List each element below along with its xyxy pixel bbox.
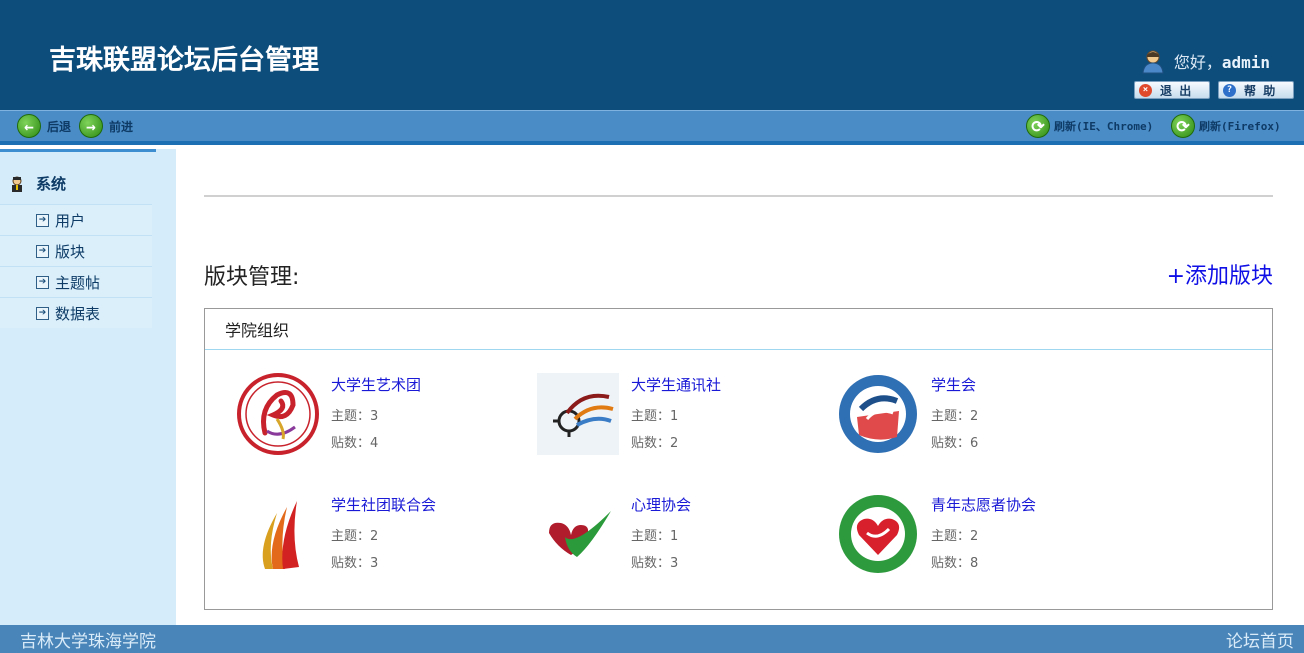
admin-icon xyxy=(12,176,22,192)
board-posts: 贴数：4 xyxy=(331,436,379,451)
footer-school-name: 吉林大学珠海学院 xyxy=(20,632,156,652)
sidebar-item-topics[interactable]: ➔ 主题帖 xyxy=(0,266,152,297)
forward-label: 前进 xyxy=(109,119,134,134)
arrow-right-icon: ➔ xyxy=(36,244,49,258)
sidebar-item-label: 主题帖 xyxy=(55,273,101,292)
sidebar-divider xyxy=(0,149,156,152)
board-topics: 主题：1 xyxy=(631,409,679,424)
user-icon xyxy=(1142,50,1164,74)
greeting: 您好，admin xyxy=(1174,49,1270,73)
help-label: 帮 助 xyxy=(1244,83,1276,98)
refresh-ff-label: 刷新(Firefox) xyxy=(1199,120,1281,133)
board-card: 学生会 主题：2 贴数：6 xyxy=(837,373,1117,459)
volunteer-association-logo[interactable] xyxy=(837,493,919,575)
sidebar-item-users[interactable]: ➔ 用户 xyxy=(0,204,152,235)
sidebar: 系统 ➔ 用户 ➔ 版块 ➔ 主题帖 ➔ 数据表 xyxy=(0,149,176,625)
logout-label: 退 出 xyxy=(1160,83,1192,98)
sidebar-item-datatables[interactable]: ➔ 数据表 xyxy=(0,297,152,328)
back-label: 后退 xyxy=(47,119,72,134)
forward-button[interactable]: → 前进 xyxy=(79,114,133,138)
board-name[interactable]: 心理协会 xyxy=(631,494,691,515)
club-federation-logo[interactable] xyxy=(237,493,319,575)
board-card: 心理协会 主题：1 贴数：3 xyxy=(537,493,817,579)
board-posts: 贴数：8 xyxy=(931,556,979,571)
sidebar-item-label: 数据表 xyxy=(55,304,101,323)
username: admin xyxy=(1221,53,1270,72)
sidebar-heading[interactable]: 系统 xyxy=(10,173,66,194)
footer: 吉林大学珠海学院 论坛首页 xyxy=(0,625,1304,653)
refresh-ie-label: 刷新(IE、Chrome) xyxy=(1054,120,1154,133)
board-posts: 贴数：6 xyxy=(931,436,979,451)
student-union-logo[interactable] xyxy=(837,373,919,455)
page-title: 版块管理: xyxy=(204,265,300,290)
site-title: 吉珠联盟论坛后台管理 xyxy=(49,45,319,76)
sidebar-item-boards[interactable]: ➔ 版块 xyxy=(0,235,152,266)
board-topics: 主题：1 xyxy=(631,529,679,544)
header: 吉珠联盟论坛后台管理 您好，admin × 退 出 ? 帮 助 xyxy=(0,0,1304,110)
board-card: 大学生通讯社 主题：1 贴数：2 xyxy=(537,373,817,459)
arrow-left-icon: ← xyxy=(17,114,41,138)
category-title: 学院组织 xyxy=(205,309,1272,350)
board-topics: 主题：2 xyxy=(931,409,979,424)
add-board-link[interactable]: +添加版块 xyxy=(1167,258,1273,290)
arrow-right-icon: ➔ xyxy=(36,275,49,289)
header-buttons: × 退 出 ? 帮 助 xyxy=(1134,81,1294,99)
board-posts: 贴数：2 xyxy=(631,436,679,451)
arrow-right-icon: ➔ xyxy=(36,213,49,227)
greeting-text: 您好， xyxy=(1173,53,1222,72)
refresh-icon: ⟳ xyxy=(1171,114,1195,138)
board-topics: 主题：2 xyxy=(331,529,379,544)
help-icon: ? xyxy=(1223,83,1236,97)
board-name[interactable]: 学生社团联合会 xyxy=(331,494,436,515)
board-card: 学生社团联合会 主题：2 贴数：3 xyxy=(237,493,517,579)
divider xyxy=(204,195,1273,197)
refresh-icon: ⟳ xyxy=(1026,114,1050,138)
sidebar-menu: ➔ 用户 ➔ 版块 ➔ 主题帖 ➔ 数据表 xyxy=(0,204,152,328)
board-name[interactable]: 学生会 xyxy=(931,374,976,395)
refresh-firefox-button[interactable]: ⟳ 刷新(Firefox) xyxy=(1171,114,1281,138)
arrow-right-icon: → xyxy=(79,114,103,138)
refresh-ie-button[interactable]: ⟳ 刷新(IE、Chrome) xyxy=(1026,114,1153,138)
close-icon: × xyxy=(1139,83,1152,97)
sidebar-item-label: 版块 xyxy=(55,242,86,261)
board-name[interactable]: 青年志愿者协会 xyxy=(931,494,1036,515)
board-topics: 主题：2 xyxy=(931,529,979,544)
logout-button[interactable]: × 退 出 xyxy=(1134,81,1210,99)
arrow-right-icon: ➔ xyxy=(36,306,49,320)
board-posts: 贴数：3 xyxy=(631,556,679,571)
board-posts: 贴数：3 xyxy=(331,556,379,571)
psychology-association-logo[interactable] xyxy=(537,493,619,575)
board-card: 青年志愿者协会 主题：2 贴数：8 xyxy=(837,493,1117,579)
back-button[interactable]: ← 后退 xyxy=(17,114,71,138)
forum-home-link[interactable]: 论坛首页 xyxy=(1226,627,1294,652)
board-name[interactable]: 大学生艺术团 xyxy=(331,374,421,395)
board-name[interactable]: 大学生通讯社 xyxy=(631,374,721,395)
art-troupe-logo[interactable] xyxy=(237,373,319,455)
user-area: 您好，admin xyxy=(1140,48,1270,74)
news-agency-logo[interactable] xyxy=(537,373,619,455)
sidebar-item-label: 用户 xyxy=(55,211,86,230)
board-card: 大学生艺术团 主题：3 贴数：4 xyxy=(237,373,517,459)
board-topics: 主题：3 xyxy=(331,409,379,424)
help-button[interactable]: ? 帮 助 xyxy=(1218,81,1294,99)
navbar: ← 后退 → 前进 ⟳ 刷新(IE、Chrome) ⟳ 刷新(Firefox) xyxy=(0,110,1304,145)
category-panel: 学院组织 大学生艺术团 主题：3 贴数：4 大学生通讯社 主题：1 贴数：2 学… xyxy=(204,308,1273,610)
sidebar-heading-label: 系统 xyxy=(36,175,67,193)
